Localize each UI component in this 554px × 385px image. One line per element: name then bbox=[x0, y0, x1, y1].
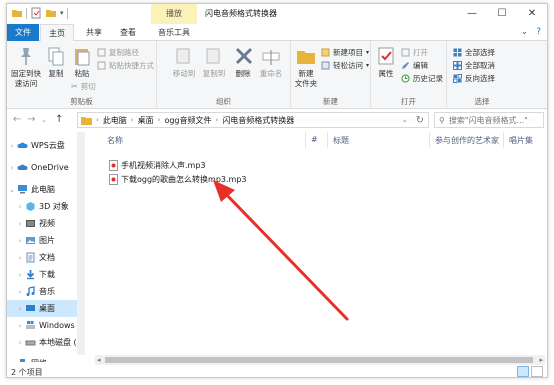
annotation-arrow bbox=[213, 180, 349, 321]
explorer-window: ▾ 播放 闪电音频格式转换器 — ☐ ✕ 文件 主页 共享 查看 音乐工具 ⌄ … bbox=[6, 3, 548, 378]
arrow-shaft bbox=[220, 188, 349, 321]
